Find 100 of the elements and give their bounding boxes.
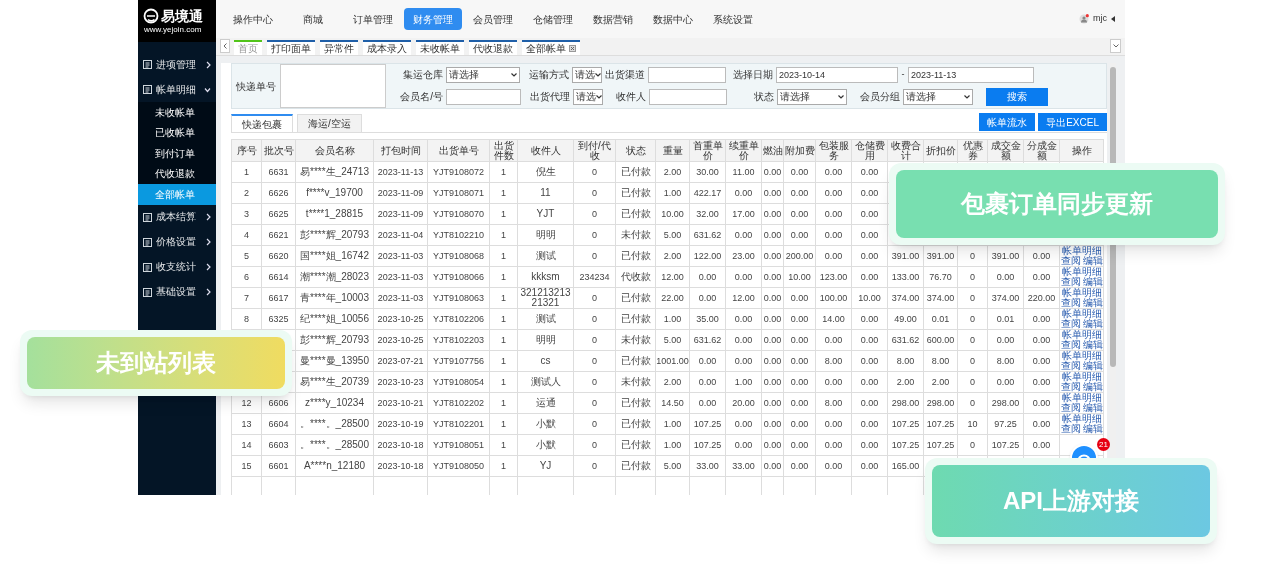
page-tab[interactable]: 未收帐单 <box>416 40 464 55</box>
page-tab[interactable]: 成本录入 <box>363 40 411 55</box>
table-cell: 11.00 <box>732 167 755 177</box>
sidebar-subitem[interactable]: 代收退款 <box>138 163 216 184</box>
action-link[interactable]: 帐单明细 <box>1061 288 1102 298</box>
action-link[interactable]: 编辑 <box>1082 298 1103 308</box>
select-field[interactable]: 请选 <box>572 66 602 83</box>
search-button[interactable]: 搜索 <box>986 87 1048 106</box>
page-tab[interactable]: 全部帐单 <box>522 40 580 55</box>
table-cell: 明明 <box>535 230 556 240</box>
action-link[interactable]: 帐单明细 <box>1061 351 1102 361</box>
toolbar-button[interactable]: 导出EXCEL <box>1038 113 1107 131</box>
sidebar-item[interactable]: 收支统计 <box>138 254 216 280</box>
table-cell: 2.00 <box>663 167 682 177</box>
sidebar-item[interactable]: 基础设置 <box>138 279 216 305</box>
action-link[interactable]: 帐单明细 <box>1061 414 1102 424</box>
page-tab[interactable]: 异常件 <box>320 40 358 55</box>
tab-menu-button[interactable] <box>1110 39 1121 53</box>
sidebar-subitem[interactable]: 到付订单 <box>138 143 216 164</box>
action-link[interactable]: 查阅 <box>1060 382 1081 392</box>
table-cell: 6631 <box>268 167 289 177</box>
document-icon <box>143 237 152 247</box>
nav-tab[interactable]: 系统设置 <box>704 8 762 30</box>
action-link[interactable]: 帐单明细 <box>1061 309 1102 319</box>
action-link[interactable]: 编辑 <box>1082 361 1103 371</box>
result-tab[interactable]: 海运/空运 <box>297 114 362 132</box>
nav-tab[interactable]: 数据中心 <box>644 8 702 30</box>
table-cell: 0.00 <box>860 314 879 324</box>
sidebar-subitem[interactable]: 未收帐单 <box>138 102 216 123</box>
chevron-down-icon <box>595 72 601 77</box>
nav-tab[interactable]: 仓储管理 <box>524 8 582 30</box>
table-cell: 0 <box>970 314 975 324</box>
action-link[interactable]: 查阅 <box>1060 361 1081 371</box>
nav-tab[interactable]: 会员管理 <box>464 8 522 30</box>
action-link[interactable]: 帐单明细 <box>1061 246 1102 256</box>
page-tab[interactable]: 代收退款 <box>469 40 517 55</box>
table-cell: 8.00 <box>896 356 915 366</box>
table-cell: 1 <box>501 419 506 429</box>
table-cell: 测试 <box>535 251 556 261</box>
action-link[interactable]: 查阅 <box>1060 256 1081 266</box>
table-cell: 107.25 <box>693 440 722 450</box>
select-field[interactable]: 请选择 <box>777 88 847 105</box>
table-cell: 23.00 <box>732 251 755 261</box>
action-link[interactable]: 帐单明细 <box>1061 267 1102 277</box>
table-cell: 234234 <box>579 272 610 282</box>
scroll-left-button[interactable] <box>220 39 230 53</box>
table-cell: 0 <box>592 440 597 450</box>
action-link[interactable]: 编辑 <box>1082 256 1103 266</box>
action-link[interactable]: 查阅 <box>1060 298 1081 308</box>
table-cell: 1 <box>501 167 506 177</box>
input-field[interactable] <box>446 88 521 105</box>
user-name[interactable]: mjc <box>1093 12 1107 26</box>
toolbar-button[interactable]: 帐单流水 <box>979 113 1036 131</box>
action-link[interactable]: 编辑 <box>1082 277 1103 287</box>
select-field[interactable]: 请选择 <box>903 88 973 105</box>
action-link[interactable]: 编辑 <box>1082 340 1103 350</box>
action-link[interactable]: 编辑 <box>1082 319 1103 329</box>
action-link[interactable]: 查阅 <box>1060 403 1081 413</box>
sidebar-item[interactable]: 成本结算 <box>138 204 216 230</box>
table-cell: f****v_19700 <box>306 188 363 198</box>
action-link[interactable]: 帐单明细 <box>1061 372 1102 382</box>
action-link[interactable]: 查阅 <box>1060 277 1081 287</box>
field-label: 运输方式 <box>528 68 570 82</box>
action-link[interactable]: 查阅 <box>1060 340 1081 350</box>
table-cell: 298.00 <box>991 398 1020 408</box>
table-cell: 0.00 <box>860 440 879 450</box>
nav-tab[interactable]: 订单管理 <box>344 8 402 30</box>
action-link[interactable]: 帐单明细 <box>1061 393 1102 403</box>
table-cell: YJT9108066 <box>432 272 484 282</box>
action-link[interactable]: 帐单明细 <box>1061 330 1102 340</box>
action-link[interactable]: 编辑 <box>1082 424 1103 434</box>
input-field[interactable] <box>649 88 727 105</box>
sidebar-item[interactable]: 进项管理 <box>138 52 216 77</box>
callout-banner: 未到站列表 <box>27 337 285 389</box>
select-field[interactable]: 请选 <box>573 88 603 105</box>
action-link[interactable]: 查阅 <box>1060 424 1081 434</box>
action-link[interactable]: 编辑 <box>1082 403 1103 413</box>
input-field[interactable] <box>648 66 726 83</box>
page-tab[interactable]: 打印面单 <box>267 40 315 55</box>
action-link[interactable]: 查阅 <box>1060 319 1081 329</box>
sidebar-item[interactable]: 帐单明细 <box>138 77 216 102</box>
table-cell: 0 <box>592 293 597 303</box>
table-cell: 631.62 <box>693 230 722 240</box>
table-cell: 2 <box>244 188 249 198</box>
nav-tab[interactable]: 操作中心 <box>224 8 282 30</box>
nav-tab[interactable]: 数据营销 <box>584 8 642 30</box>
table-cell: 631.62 <box>693 335 722 345</box>
sidebar-subitem[interactable]: 已收帐单 <box>138 122 216 143</box>
date-field[interactable]: 2023-11-13 <box>908 66 1034 83</box>
action-link[interactable]: 编辑 <box>1082 382 1103 392</box>
sidebar-item[interactable]: 价格设置 <box>138 229 216 255</box>
table-cell: 0.00 <box>1032 440 1051 450</box>
table-cell: 已付款 <box>620 314 651 324</box>
order-number-field[interactable] <box>280 64 386 108</box>
select-field[interactable]: 请选择 <box>446 66 520 83</box>
nav-tab[interactable]: 商城 <box>284 8 342 30</box>
table-cell: 1.00 <box>663 314 682 324</box>
table-cell: 298.00 <box>891 398 920 408</box>
date-field[interactable]: 2023-10-14 <box>776 66 898 83</box>
result-tab[interactable]: 快递包裹 <box>231 114 293 132</box>
